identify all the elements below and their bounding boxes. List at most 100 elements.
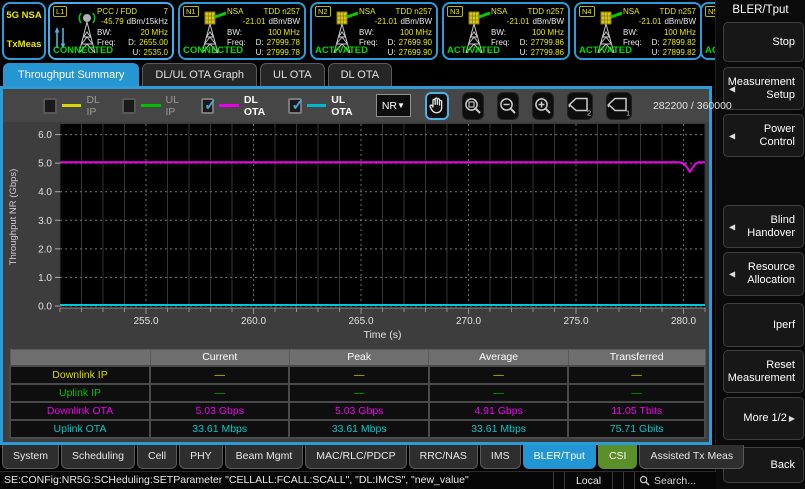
svg-text:255.0: 255.0	[133, 316, 158, 327]
category-tabbar: System Scheduling Cell PHY Beam Mgmt MAC…	[0, 445, 715, 471]
marker2-tag-icon: 2	[568, 96, 592, 116]
throughput-summary-panel: DL IP UL IP ✓ DL OTA ✓ UL OTA NR ▼	[0, 86, 712, 445]
svg-text:2: 2	[587, 108, 591, 116]
col-transferred: Transferred	[568, 350, 705, 366]
tab-dlul-ota-graph[interactable]: DL/UL OTA Graph	[142, 63, 257, 86]
tab-throughput-summary[interactable]: Throughput Summary	[3, 63, 139, 86]
tab-mac-rlc-pdcp[interactable]: MAC/RLC/PDCP	[305, 445, 406, 469]
cell-panel-n1[interactable]: N1 CONNECTED NSATDD n257 -21.01dBm/BW BW…	[178, 2, 306, 60]
tab-system[interactable]: System	[2, 445, 59, 469]
cell-info: NSATDD n257 -21.01dBm/BW BW:100 MHz Freq…	[227, 7, 300, 58]
cell-value: —	[289, 384, 428, 402]
trace-select-dropdown[interactable]: NR ▼	[376, 94, 411, 117]
ul-ota-label: UL OTA	[331, 94, 361, 118]
reset-measurement-button[interactable]: Reset Measurement	[723, 350, 804, 393]
tab-phy[interactable]: PHY	[179, 445, 223, 469]
tab-cell[interactable]: Cell	[137, 445, 177, 469]
blind-handover-button[interactable]: ◀Blind Handover	[723, 205, 804, 248]
cell-panel-n2[interactable]: N2 ACTIVATED NSATDD n257 -21.01dBm/BW BW…	[310, 2, 438, 60]
tab-scheduling[interactable]: Scheduling	[61, 445, 135, 469]
sidebar-title: BLER/Tput	[716, 4, 805, 16]
ul-ip-checkbox[interactable]	[122, 98, 136, 114]
svg-text:265.0: 265.0	[348, 316, 373, 327]
ul-ip-label: UL IP	[166, 94, 187, 118]
cell-value: 75.71 Gbits	[568, 420, 705, 438]
cell-info: NSATDD n257 -21.01dBm/BW BW:100 MHz Freq…	[491, 7, 564, 58]
status-bar: SE:CONFig:NR5G:SCHeduling:SETParameter "…	[0, 471, 716, 489]
dl-ip-label: DL IP	[86, 94, 107, 118]
col-peak: Peak	[289, 350, 428, 366]
cell-info: PCC / FDD7 -45.79dBm/15kHz BW:20 MHz Fre…	[97, 7, 168, 58]
cell-panel-l1[interactable]: L1 CONNECTED PCC / FDD7 -45.79dBm/15kHz …	[48, 2, 174, 60]
check-icon: ✓	[291, 96, 304, 114]
local-button[interactable]: Local	[564, 472, 612, 489]
cell-badge: N5	[705, 6, 715, 17]
marker2-button[interactable]: 2	[567, 92, 593, 120]
zoom-reset-button[interactable]	[462, 92, 484, 120]
tab-assisted-tx-meas[interactable]: Assisted Tx Meas	[639, 445, 744, 469]
tab-csi[interactable]: CSI	[598, 445, 638, 469]
svg-text:1.0: 1.0	[38, 273, 52, 284]
search-icon	[639, 475, 650, 486]
iperf-button[interactable]: Iperf	[723, 303, 804, 347]
svg-text:3.0: 3.0	[38, 216, 52, 227]
power-control-button[interactable]: ◀Power Control	[723, 114, 804, 157]
tab-ims[interactable]: IMS	[480, 445, 521, 469]
cell-status-bar: 5G NSA TxMeas L1 CONNECTED PCC / FDD7 -4…	[0, 0, 715, 63]
row-label: Uplink OTA	[10, 420, 150, 438]
zoom-in-icon	[533, 96, 553, 116]
submenu-arrow-icon: ◀	[729, 129, 735, 142]
measurement-setup-button[interactable]: ◀Measurement Setup	[723, 67, 804, 110]
svg-text:4.0: 4.0	[38, 187, 52, 198]
cell-value: 33.61 Mbps	[289, 420, 428, 438]
dl-ota-checkbox[interactable]: ✓	[201, 98, 214, 114]
cell-badge: L1	[53, 6, 67, 17]
measurement-table: Current Peak Average Transferred Downlin…	[9, 349, 706, 439]
svg-text:260.0: 260.0	[241, 316, 266, 327]
svg-text:1: 1	[626, 108, 630, 116]
cell-value: 11.05 Tbits	[568, 402, 705, 420]
search-box[interactable]: Search...	[634, 472, 716, 489]
mode-line2: TxMeas	[4, 39, 44, 50]
status-cell-empty	[612, 472, 623, 489]
submenu-arrow-icon: ◀	[729, 268, 735, 281]
cell-panel-n4[interactable]: N4 ACTIVATED NSATDD n257 -21.01dBm/BW BW…	[574, 2, 702, 60]
tab-rrc-nas[interactable]: RRC/NAS	[409, 445, 478, 469]
cell-info: NSATDD n257 -21.01dBm/BW BW:100 MHz Freq…	[623, 7, 696, 58]
chevron-down-icon: ▼	[397, 101, 405, 110]
tab-ul-ota[interactable]: UL OTA	[260, 63, 325, 86]
tab-dl-ota[interactable]: DL OTA	[328, 63, 393, 86]
marker1-button[interactable]: 1	[606, 92, 632, 120]
mode-panel[interactable]: 5G NSA TxMeas	[2, 2, 46, 60]
throughput-chart-svg: 0.01.02.03.04.05.06.0255.0260.0265.0270.…	[3, 122, 711, 346]
cell-panel-n5[interactable]: N5 ACTIVATED	[700, 2, 715, 60]
row-label: Downlink IP	[10, 366, 150, 384]
marker1-tag-icon: 1	[607, 96, 631, 116]
more-pages-button[interactable]: More 1/2▶	[723, 397, 804, 440]
throughput-chart[interactable]: 0.01.02.03.04.05.06.0255.0260.0265.0270.…	[3, 122, 709, 346]
measurement-table-wrap: Current Peak Average Transferred Downlin…	[3, 346, 709, 439]
legend-ul-ip: UL IP	[122, 94, 186, 118]
stop-button[interactable]: Stop	[723, 22, 804, 62]
zoom-in-button[interactable]	[532, 92, 554, 120]
submenu-arrow-icon: ◀	[729, 220, 735, 233]
cell-value: 5.03 Gbps	[289, 402, 428, 420]
tab-beam-mgmt[interactable]: Beam Mgmt	[225, 445, 304, 469]
table-row: Downlink OTA 5.03 Gbps 5.03 Gbps 4.91 Gb…	[10, 402, 705, 420]
dl-ota-label: DL OTA	[244, 94, 274, 118]
more-arrow-icon: ▶	[789, 412, 795, 425]
dl-ip-checkbox[interactable]	[43, 98, 57, 114]
status-cell-empty	[553, 472, 564, 489]
cell-panel-n3[interactable]: N3 ACTIVATED NSATDD n257 -21.01dBm/BW BW…	[442, 2, 570, 60]
zoom-out-button[interactable]	[497, 92, 519, 120]
cell-value: —	[289, 366, 428, 384]
resource-allocation-button[interactable]: ◀Resource Allocation	[723, 252, 804, 296]
svg-text:2.0: 2.0	[38, 244, 52, 255]
ul-ota-checkbox[interactable]: ✓	[288, 98, 301, 114]
hand-icon	[427, 96, 447, 116]
svg-text:Throughput NR (Gbps): Throughput NR (Gbps)	[8, 169, 19, 266]
svg-text:280.0: 280.0	[671, 316, 696, 327]
pan-tool-button[interactable]	[425, 92, 449, 120]
tab-bler-tput[interactable]: BLER/Tput	[523, 445, 596, 469]
cell-value: —	[429, 384, 568, 402]
